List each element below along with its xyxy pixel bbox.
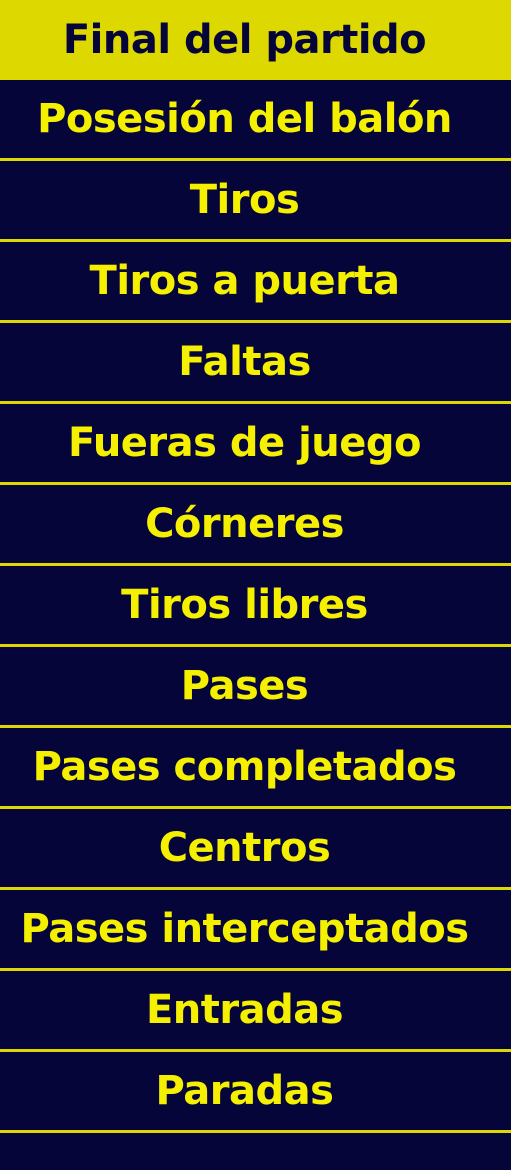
- stat-row-possession: Posesión del balón: [0, 80, 511, 161]
- stat-label: Pases: [180, 663, 309, 709]
- match-stats-header: Final del partido: [0, 0, 511, 80]
- stat-row-fouls: Faltas: [0, 323, 511, 404]
- stat-row-passes: Pases: [0, 647, 511, 728]
- stat-label: Entradas: [145, 987, 344, 1033]
- stat-label: Posesión del balón: [37, 96, 452, 142]
- stat-row-shots-on-target: Tiros a puerta: [0, 242, 511, 323]
- stat-row-crosses: Centros: [0, 809, 511, 890]
- stat-label: Córneres: [145, 501, 344, 547]
- stat-label: Centros: [158, 825, 331, 871]
- stat-label: Fueras de juego: [67, 420, 422, 466]
- stat-label: Tiros a puerta: [89, 258, 400, 304]
- stat-row-offsides: Fueras de juego: [0, 404, 511, 485]
- stat-label: Tiros libres: [121, 582, 368, 628]
- stat-row-free-kicks: Tiros libres: [0, 566, 511, 647]
- stat-label: Faltas: [178, 339, 311, 385]
- stat-row-passes-completed: Pases completados: [0, 728, 511, 809]
- stat-label: Pases completados: [32, 744, 457, 790]
- stat-row-tackles: Entradas: [0, 971, 511, 1052]
- match-stats-panel: Final del partido Posesión del balón Tir…: [0, 0, 511, 1170]
- stat-label: Pases interceptados: [20, 906, 469, 952]
- stat-row-corners: Córneres: [0, 485, 511, 566]
- stat-list: Posesión del balón Tiros Tiros a puerta …: [0, 80, 511, 1133]
- match-stats-title: Final del partido: [62, 17, 427, 63]
- stat-row-shots: Tiros: [0, 161, 511, 242]
- stat-label: Paradas: [155, 1068, 334, 1114]
- stat-label: Tiros: [189, 177, 300, 223]
- stat-row-interceptions: Pases interceptados: [0, 890, 511, 971]
- stat-row-saves: Paradas: [0, 1052, 511, 1133]
